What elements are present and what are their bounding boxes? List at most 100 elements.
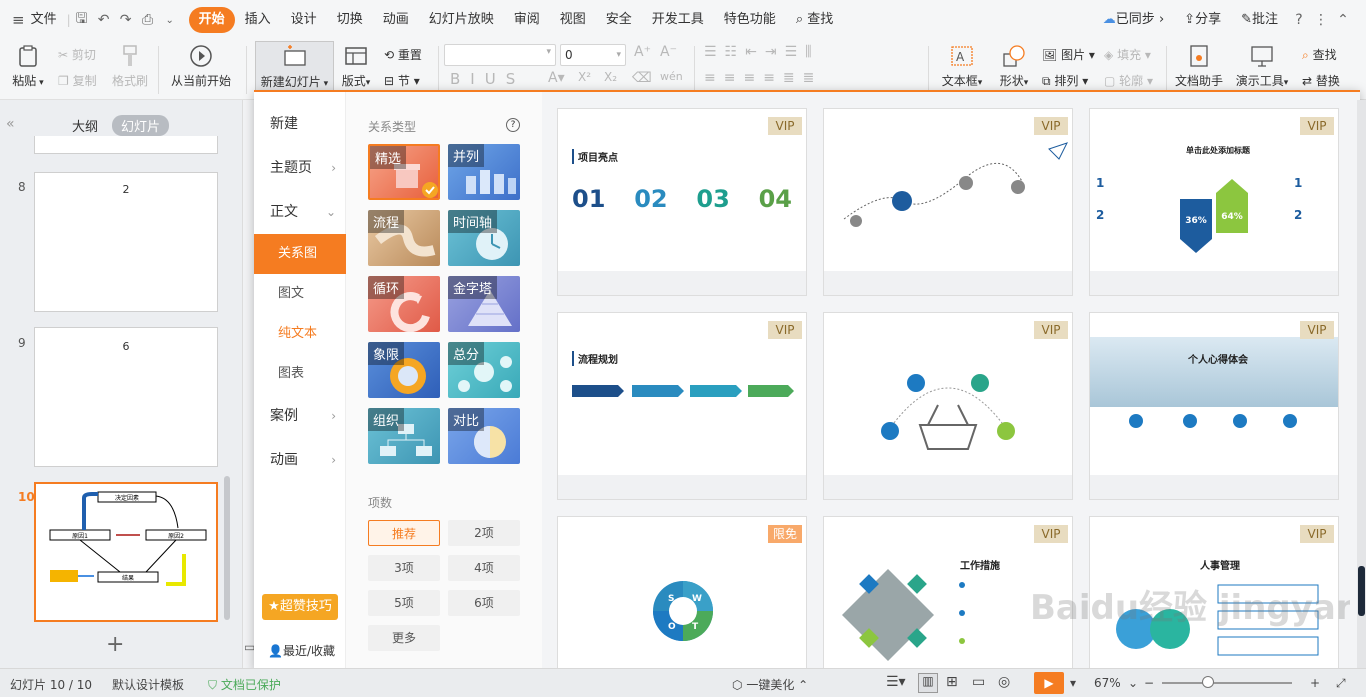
cut-button[interactable]: ✂ 剪切 xyxy=(58,46,96,63)
template-card[interactable]: VIP 个人心得体会 xyxy=(1089,312,1339,500)
tab-animation[interactable]: 动画 xyxy=(373,7,419,33)
print-icon[interactable]: ⎙ xyxy=(137,12,159,28)
count-3[interactable]: 3项 xyxy=(368,555,440,581)
notes-toggle-icon[interactable]: ☰▾ xyxy=(886,674,906,690)
clear-format-icon[interactable]: ⌫ xyxy=(632,70,652,86)
template-card[interactable]: VIP 项目亮点 01 02 03 04 xyxy=(557,108,807,296)
font-name-select[interactable]: ▾ xyxy=(444,44,556,66)
zoom-level[interactable]: 67% xyxy=(1094,676,1121,690)
normal-view-icon[interactable]: ▥ xyxy=(918,673,938,693)
help-icon[interactable]: ? xyxy=(506,118,520,132)
slide-thumbnail-8[interactable]: 2 xyxy=(34,172,218,312)
arrange-button[interactable]: ⧉ 排列 ▾ xyxy=(1042,72,1088,89)
template-card[interactable]: VIP xyxy=(823,108,1073,296)
sorter-view-icon[interactable]: ⊞ xyxy=(946,674,958,690)
editor-scrollbar[interactable] xyxy=(1357,100,1366,668)
font-color-icon[interactable]: A▾ xyxy=(548,70,565,86)
save-icon[interactable]: 🖫 xyxy=(71,8,93,32)
tab-review[interactable]: 审阅 xyxy=(504,7,550,33)
tab-outline[interactable]: 大纲 xyxy=(72,116,98,135)
font-size-select[interactable]: 0 ▾ xyxy=(560,44,626,66)
category-relation[interactable]: 关系图 xyxy=(254,234,346,274)
template-card[interactable]: VIP 流程规划 xyxy=(557,312,807,500)
type-total-sub[interactable]: 总分 xyxy=(448,342,520,398)
zoom-slider-thumb[interactable] xyxy=(1202,676,1214,688)
count-6[interactable]: 6项 xyxy=(448,590,520,616)
outline-button[interactable]: ▢ 轮廓 ▾ xyxy=(1104,72,1153,89)
type-compare[interactable]: 对比 xyxy=(448,408,520,464)
template-card[interactable]: 限免 S W O T xyxy=(557,516,807,676)
count-more[interactable]: 更多 xyxy=(368,625,440,651)
type-timeline[interactable]: 时间轴 xyxy=(448,210,520,266)
shrink-font-icon[interactable]: A⁻ xyxy=(660,44,677,60)
tab-security[interactable]: 安全 xyxy=(596,7,642,33)
hamburger-icon[interactable]: ≡ xyxy=(12,11,25,29)
template-card[interactable]: VIP 单击此处添加标题 36% 64% 1 2 1 2 xyxy=(1089,108,1339,296)
type-quadrant[interactable]: 象限 xyxy=(368,342,440,398)
tab-home[interactable]: 开始 xyxy=(188,7,235,33)
find-button[interactable]: ⌕ 查找 xyxy=(1302,46,1337,63)
redo-icon[interactable]: ↷ xyxy=(115,12,137,28)
paste-button[interactable]: 粘贴 ▾ xyxy=(10,44,46,89)
tab-view[interactable]: 视图 xyxy=(550,7,596,33)
tab-developer[interactable]: 开发工具 xyxy=(642,7,714,33)
doc-helper-button[interactable]: 文档助手 xyxy=(1172,44,1226,89)
present-tool-button[interactable]: 演示工具▾ xyxy=(1232,44,1292,89)
count-5[interactable]: 5项 xyxy=(368,590,440,616)
tab-slideshow[interactable]: 幻灯片放映 xyxy=(419,7,504,33)
slide-thumbnail-10[interactable]: 决定因素 原因1 原因2 结果 xyxy=(34,482,218,622)
picture-button[interactable]: 🖼 图片 ▾ xyxy=(1042,46,1095,63)
comment-button[interactable]: ✎批注 xyxy=(1231,7,1288,33)
section-button[interactable]: ⊟ 节 ▾ xyxy=(384,72,420,89)
subscript-icon[interactable]: X₂ xyxy=(604,70,617,84)
zoom-slider[interactable] xyxy=(1162,682,1292,684)
text-box-button[interactable]: A 文本框▾ xyxy=(938,44,986,89)
recent-button[interactable]: 👤最近/收藏 xyxy=(268,642,335,659)
type-process[interactable]: 流程 xyxy=(368,210,440,266)
fit-window-icon[interactable]: ⤢ xyxy=(1336,676,1346,691)
replace-button[interactable]: ⇄ 替换 xyxy=(1302,72,1340,89)
type-featured[interactable]: 精选 xyxy=(368,144,440,200)
type-cycle[interactable]: 循环 xyxy=(368,276,440,332)
align-icons[interactable]: ≡≡≡≡≣≣ xyxy=(704,70,822,86)
from-current-button[interactable]: 从当前开始 xyxy=(166,44,236,89)
sync-button[interactable]: ☁已同步 › xyxy=(1093,7,1174,33)
category-theme[interactable]: 主题页 › xyxy=(254,148,346,188)
count-recommended[interactable]: 推荐 xyxy=(368,520,440,546)
share-button[interactable]: ⇪分享 xyxy=(1174,7,1231,33)
search-button[interactable]: ⌕ 查找 xyxy=(786,7,843,33)
template-card[interactable]: VIP xyxy=(823,312,1073,500)
collapse-panel-icon[interactable]: « xyxy=(6,116,15,132)
grow-font-icon[interactable]: A⁺ xyxy=(634,44,651,60)
superscript-icon[interactable]: X² xyxy=(578,70,591,84)
tab-insert[interactable]: 插入 xyxy=(235,7,281,33)
play-slideshow-button[interactable]: ▶ xyxy=(1034,672,1064,694)
collapse-ribbon-icon[interactable]: ⌃ xyxy=(1332,12,1354,28)
tab-transition[interactable]: 切换 xyxy=(327,7,373,33)
tab-design[interactable]: 设计 xyxy=(281,7,327,33)
reading-view-icon[interactable]: ▭ xyxy=(972,674,985,690)
slide-thumbnail-7[interactable] xyxy=(34,136,218,154)
template-name[interactable]: 默认设计模板 xyxy=(112,676,184,693)
category-case[interactable]: 案例 › xyxy=(254,396,346,436)
type-pyramid[interactable]: 金字塔 xyxy=(448,276,520,332)
type-organization[interactable]: 组织 xyxy=(368,408,440,464)
panel-scrollbar[interactable] xyxy=(224,476,230,620)
tab-special[interactable]: 特色功能 xyxy=(714,7,786,33)
more-icon[interactable]: ⋮ xyxy=(1310,12,1332,28)
fill-button[interactable]: ◈ 填充 ▾ xyxy=(1104,46,1151,63)
new-slide-button[interactable]: 新建幻灯片 ▾ xyxy=(255,41,334,91)
protect-status[interactable]: ⛉ 文档已保护 xyxy=(208,676,281,693)
pinyin-icon[interactable]: wén xyxy=(660,70,683,83)
layout-button[interactable]: 版式▾ xyxy=(340,44,372,89)
beautify-button[interactable]: ⬡ 一键美化 ⌃ xyxy=(732,676,808,693)
undo-icon[interactable]: ↶ xyxy=(93,12,115,28)
zoom-out-icon[interactable]: − xyxy=(1144,676,1154,690)
tips-button[interactable]: ★超赞技巧 xyxy=(262,594,338,620)
category-image-text[interactable]: 图文 xyxy=(254,274,346,314)
category-body[interactable]: 正文 ⌄ xyxy=(254,192,346,232)
zoom-in-icon[interactable]: + xyxy=(1310,676,1320,690)
chevron-down-icon[interactable]: ⌄ xyxy=(159,15,181,26)
zoom-menu[interactable]: ▾ xyxy=(1070,676,1076,690)
category-new[interactable]: 新建 xyxy=(254,104,346,144)
